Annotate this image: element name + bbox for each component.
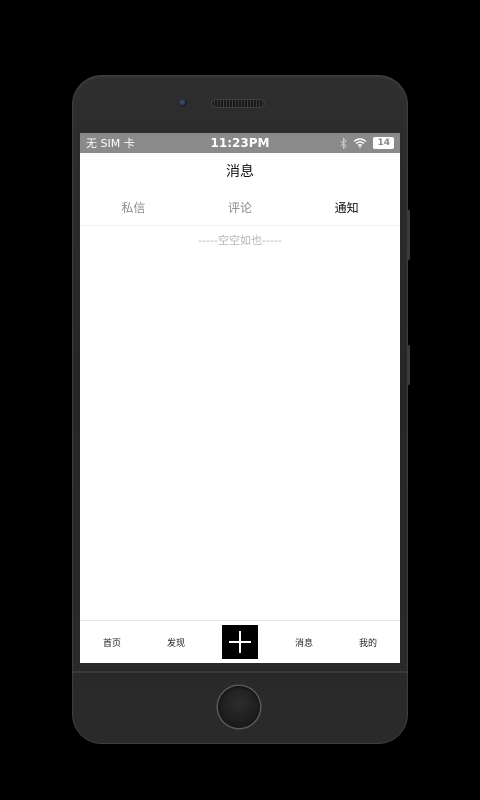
- status-bar: 无 SIM 卡 11:23PM 14: [80, 133, 400, 153]
- plus-icon-vertical: [238, 631, 242, 653]
- tabbar-item-profile[interactable]: 我的: [336, 636, 400, 649]
- tab-comments[interactable]: 评论: [187, 199, 294, 216]
- power-button: [407, 345, 410, 385]
- battery-indicator: 14: [373, 137, 394, 149]
- bottom-tab-bar: 首页 发现 消息 我的: [80, 620, 400, 663]
- tab-notifications[interactable]: 通知: [293, 199, 400, 216]
- tabbar-item-discover[interactable]: 发现: [144, 636, 208, 649]
- tabbar-item-home[interactable]: 首页: [80, 636, 144, 649]
- message-tabs: 私信 评论 通知: [80, 189, 400, 226]
- earpiece-speaker: [212, 100, 264, 107]
- page-title: 消息: [226, 164, 254, 180]
- bezel-divider: [72, 671, 408, 673]
- tabbar-item-messages[interactable]: 消息: [272, 636, 336, 649]
- home-button[interactable]: [218, 686, 260, 728]
- bluetooth-icon: [341, 137, 348, 149]
- volume-button: [407, 210, 410, 260]
- empty-state-text: -----空空如也-----: [198, 234, 282, 247]
- app-screen: 无 SIM 卡 11:23PM 14 消息 私信 评论 通知 -----空空如也…: [80, 133, 400, 663]
- tab-private-message[interactable]: 私信: [80, 199, 187, 216]
- wifi-icon: [354, 138, 367, 148]
- add-button[interactable]: [222, 625, 258, 659]
- front-camera: [179, 99, 187, 107]
- carrier-label: 无 SIM 卡: [86, 137, 135, 150]
